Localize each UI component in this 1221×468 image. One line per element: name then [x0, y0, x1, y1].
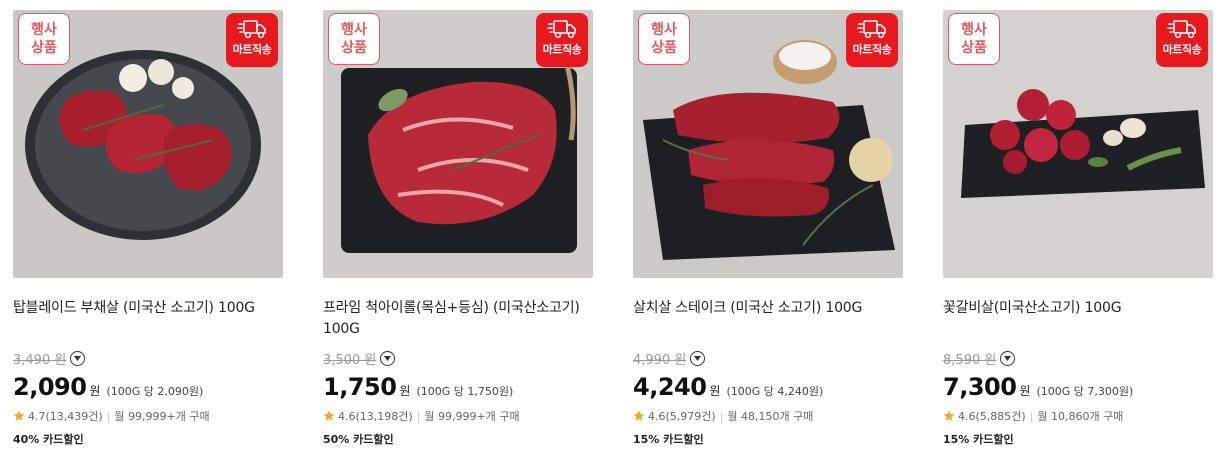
event-badge: 행사 상품 [948, 13, 1000, 65]
divider: | [719, 409, 724, 423]
original-price: 3,500 원 [323, 352, 377, 368]
mart-delivery-badge: 마트직송 [536, 13, 588, 67]
original-price: 4,990 원 [633, 352, 687, 368]
currency-label: 원 [399, 384, 411, 398]
unit-price: (100G 당 2,090원) [106, 385, 204, 398]
price-info-button[interactable] [380, 350, 396, 366]
original-price: 8,590 원 [943, 352, 997, 368]
chevron-down-icon [384, 355, 392, 361]
mart-delivery-badge: 마트직송 [1156, 13, 1208, 67]
product-title[interactable]: 꽃갈비살(미국산소고기) 100G [943, 298, 1213, 342]
price-info-button[interactable] [70, 350, 86, 366]
product-title[interactable]: 살치살 스테이크 (미국산 소고기) 100G [633, 298, 903, 342]
chevron-down-icon [1004, 355, 1012, 361]
rating-value: 4.7 [28, 409, 46, 423]
event-badge: 행사 상품 [18, 13, 70, 65]
review-count[interactable]: (5,885건) [976, 408, 1026, 424]
event-badge: 행사 상품 [328, 13, 380, 65]
review-count[interactable]: (13,439건) [46, 408, 103, 424]
star-icon [323, 410, 335, 421]
original-price: 3,490 원 [13, 352, 67, 368]
currency-label: 원 [1019, 384, 1031, 398]
rating-value: 4.6 [338, 409, 356, 423]
currency-label: 원 [709, 384, 721, 398]
monthly-purchases: 월 99,999+개 구매 [114, 410, 210, 423]
divider: | [1029, 409, 1034, 423]
product-card[interactable]: 행사상품 마트직송 꽃갈비살(미국산소고기) 100G 8,590 원 7,3 [943, 10, 1213, 447]
monthly-purchases: 월 48,150개 구매 [727, 410, 814, 423]
event-badge: 행사 상품 [638, 13, 690, 65]
price-info-button[interactable] [1000, 350, 1016, 366]
rating-value: 4.6 [958, 409, 976, 423]
product-card[interactable]: 행사 상품 마트직송 살치살 스테이크 (미국산 소고기) 100G 4,990 … [633, 10, 903, 447]
product-image[interactable]: 행사 상품 마트직송 [323, 10, 593, 278]
currency-label: 원 [89, 384, 101, 398]
divider: | [416, 409, 421, 423]
unit-price: (100G 당 7,300원) [1036, 385, 1134, 398]
divider: | [106, 409, 111, 423]
delivery-truck-icon [857, 20, 886, 39]
review-count[interactable]: (13,198건) [356, 408, 413, 424]
chevron-down-icon [74, 355, 82, 361]
delivery-truck-icon [237, 20, 266, 39]
product-card[interactable]: 행사 상품 마트직송 프라임 척아이롤(목심+등심) (미국산소고기) 100G … [323, 10, 593, 447]
sale-price: 2,090 [13, 373, 87, 401]
mart-delivery-badge: 마트직송 [846, 13, 898, 67]
rating-value: 4.6 [648, 409, 666, 423]
star-icon [943, 410, 955, 421]
star-icon [13, 410, 25, 421]
product-title[interactable]: 프라임 척아이롤(목심+등심) (미국산소고기) 100G [323, 298, 593, 342]
card-discount: 15% 카드할인 [633, 433, 704, 446]
product-card[interactable]: 행사 상품 마트직송 탑블레이드 부채살 (미국산 소고기) 100G 3,490… [13, 10, 283, 447]
sale-price: 7,300 [943, 373, 1017, 401]
delivery-truck-icon [1167, 20, 1196, 39]
product-title[interactable]: 탑블레이드 부채살 (미국산 소고기) 100G [13, 298, 283, 342]
monthly-purchases: 월 99,999+개 구매 [424, 410, 520, 423]
unit-price: (100G 당 4,240원) [726, 385, 824, 398]
card-discount: 40% 카드할인 [13, 433, 84, 446]
unit-price: (100G 당 1,750원) [416, 385, 514, 398]
product-image[interactable]: 행사 상품 마트직송 [943, 10, 1213, 278]
card-discount: 50% 카드할인 [323, 433, 394, 446]
chevron-down-icon [694, 355, 702, 361]
sale-price: 4,240 [633, 373, 707, 401]
monthly-purchases: 월 10,860개 구매 [1037, 410, 1124, 423]
product-grid: 행사 상품 마트직송 탑블레이드 부채살 (미국산 소고기) 100G 3,490… [0, 0, 1221, 468]
card-discount: 15% 카드할인 [943, 433, 1014, 446]
price-info-button[interactable] [690, 350, 706, 366]
sale-price: 1,750 [323, 373, 397, 401]
product-image[interactable]: 행사 상품 마트직송 [633, 10, 903, 278]
star-icon [633, 410, 645, 421]
product-image[interactable]: 행사 상품 마트직송 [13, 10, 283, 278]
mart-delivery-badge: 마트직송 [226, 13, 278, 67]
delivery-truck-icon [547, 20, 576, 39]
review-count[interactable]: (5,979건) [666, 408, 716, 424]
